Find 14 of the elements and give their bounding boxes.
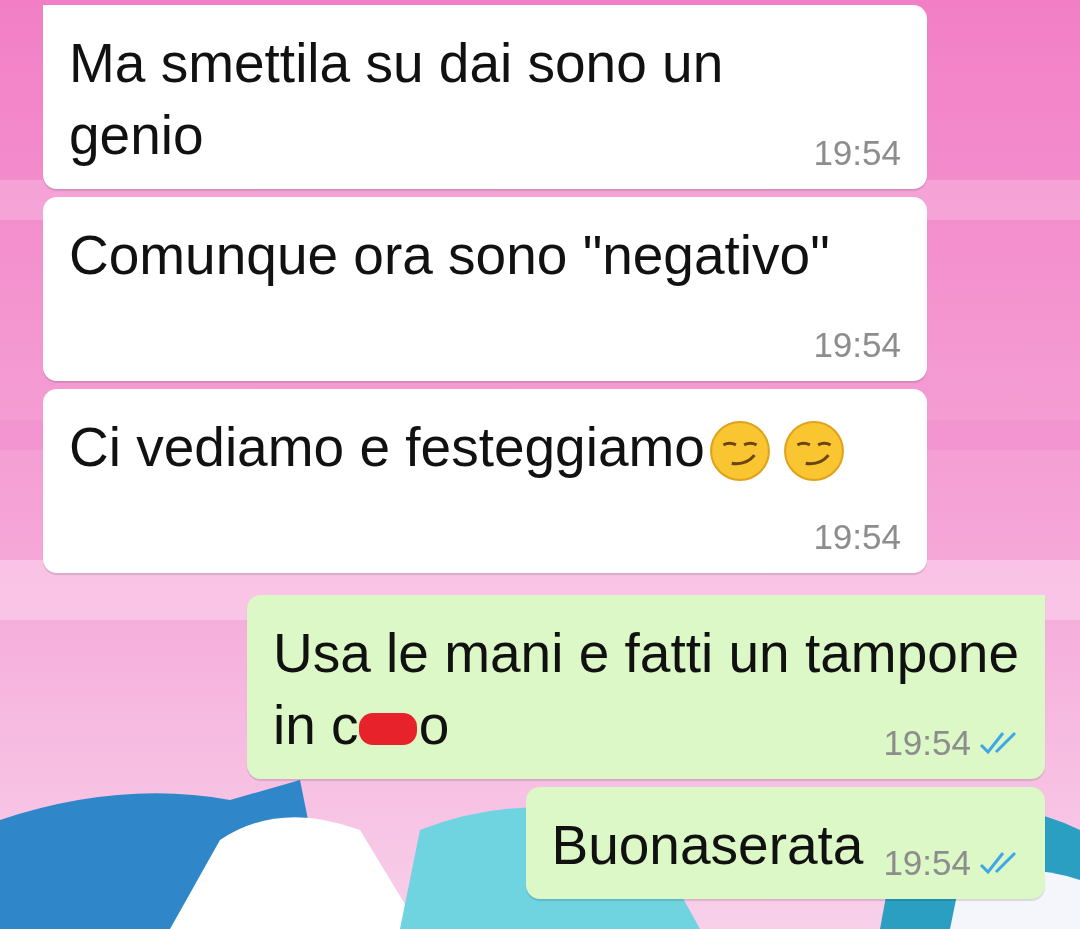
message-text: Ma smettila su dai sono un genio [69, 32, 724, 166]
message-text: Comunque ora sono "negativo" [69, 224, 830, 286]
message-text: o [418, 694, 450, 756]
message-time: 19:54 [813, 325, 901, 365]
emoji-icon [708, 420, 771, 483]
message-time: 19:54 [813, 133, 901, 173]
message-time: 19:54 [883, 843, 971, 883]
emoji-icon [782, 420, 845, 483]
message-time: 19:54 [883, 723, 971, 763]
message-time: 19:54 [813, 517, 901, 557]
message-text: Ci vediamo e festeggiamo [69, 416, 705, 478]
message-text: in c [273, 694, 359, 756]
message-text: Buonaserata [551, 814, 864, 876]
message-text: Usa le mani e fatti un tampone [273, 621, 1019, 686]
